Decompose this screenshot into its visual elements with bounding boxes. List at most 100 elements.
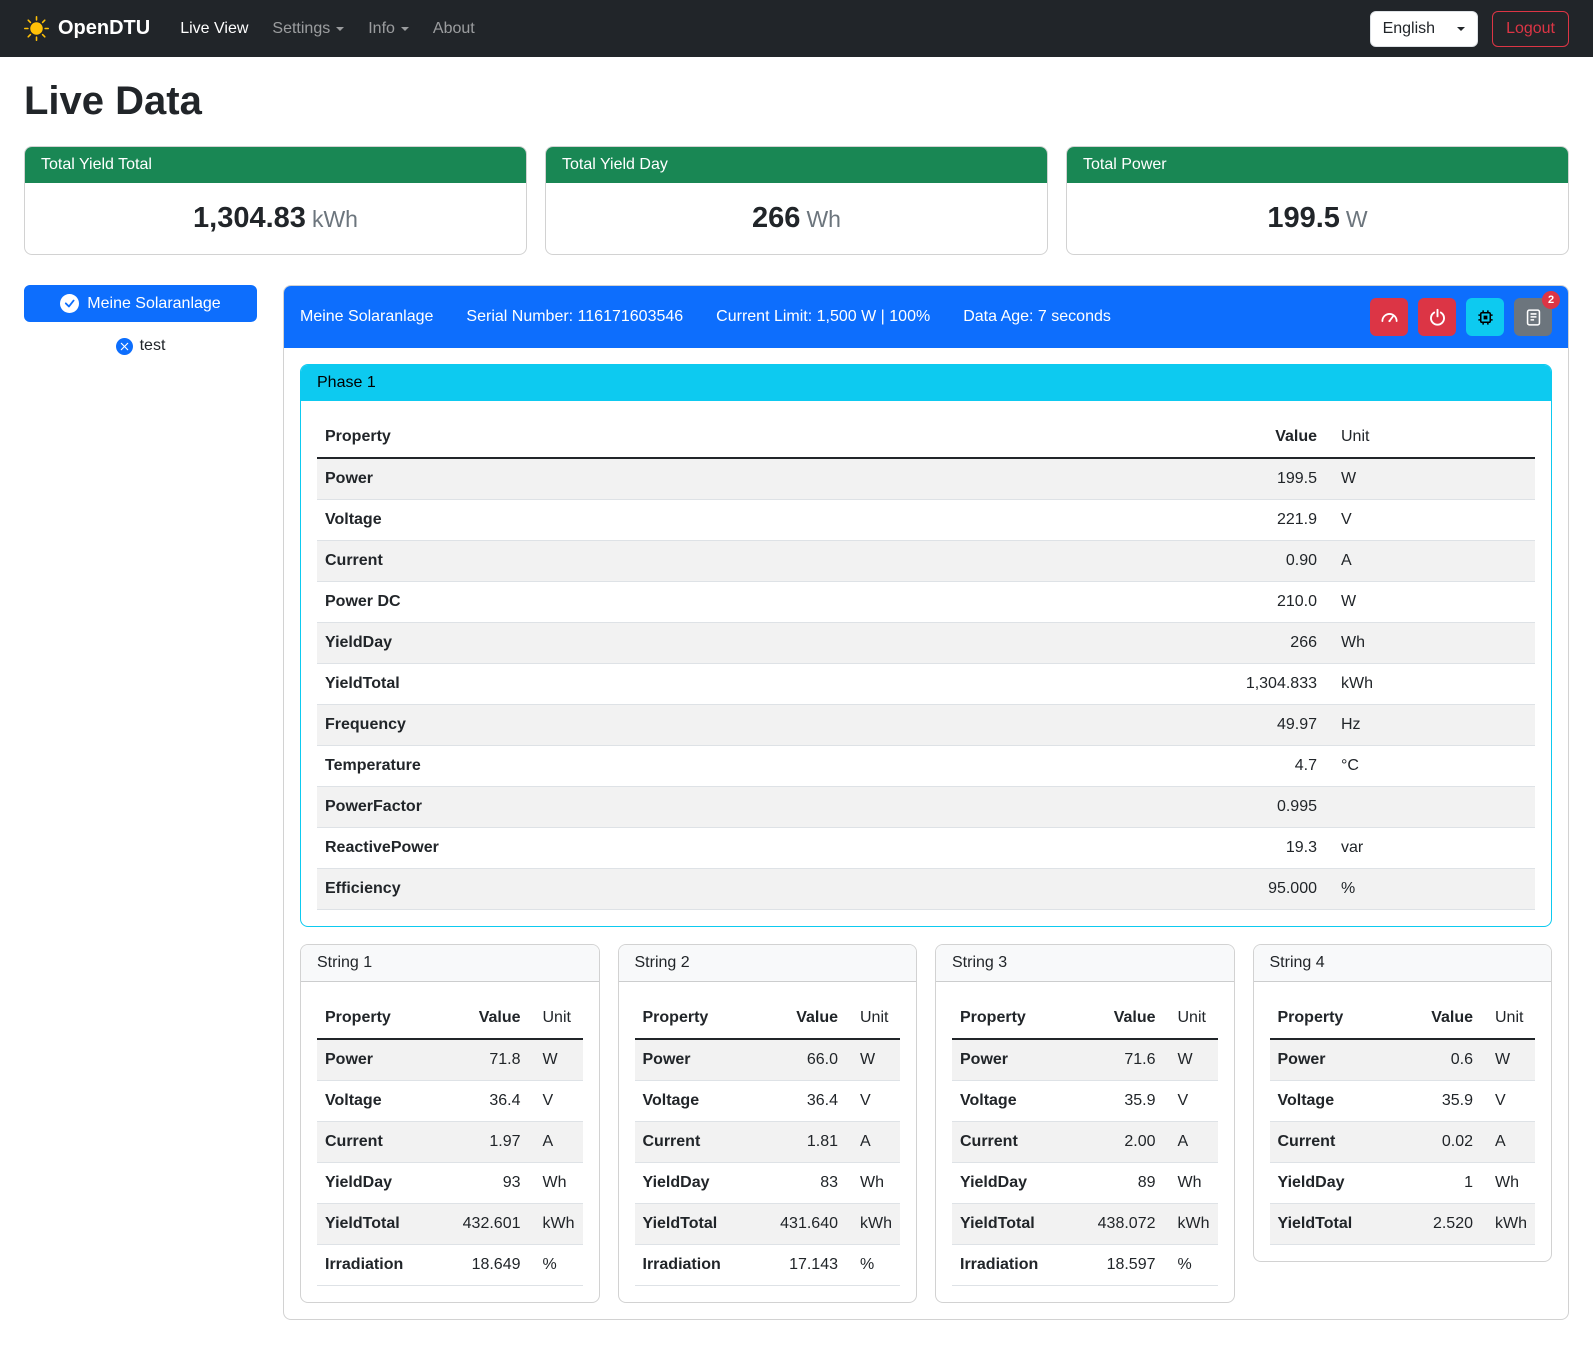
check-circle-icon <box>60 294 79 313</box>
nav-item-live-view[interactable]: Live View <box>168 12 260 46</box>
table-row: Power 71.8 W <box>317 1039 583 1081</box>
inverter-selector-test[interactable]: test <box>24 337 257 355</box>
table-row: Current 0.02 A <box>1270 1122 1536 1163</box>
property-name: Current <box>317 541 1215 582</box>
property-unit: Wh <box>846 1163 900 1204</box>
property-value: 0.6 <box>1399 1039 1481 1081</box>
string-card-body: Property Value Unit Power <box>1254 982 1552 1261</box>
table-row: Voltage 221.9 V <box>317 500 1535 541</box>
property-value: 71.6 <box>1071 1039 1164 1081</box>
property-unit: % <box>1164 1245 1218 1286</box>
top-navbar: OpenDTU Live View Settings Info About En… <box>0 0 1593 57</box>
brand-label: OpenDTU <box>58 17 150 40</box>
property-unit: W <box>846 1039 900 1081</box>
string-card-title: String 2 <box>619 945 917 982</box>
inverter-selector-active[interactable]: Meine Solaranlage <box>24 285 257 322</box>
property-name: Frequency <box>317 705 1215 746</box>
string-card-body: Property Value Unit Power <box>936 982 1234 1302</box>
property-unit: A <box>846 1122 900 1163</box>
inverter-card-body: Phase 1 Property Value Unit <box>284 348 1568 1319</box>
property-unit: Wh <box>1481 1163 1535 1204</box>
string-table: Property Value Unit Power <box>635 998 901 1286</box>
property-value: 18.597 <box>1071 1245 1164 1286</box>
summary-card-body: 199.5W <box>1067 183 1568 254</box>
property-value: 1.97 <box>436 1122 529 1163</box>
nav-item-settings[interactable]: Settings <box>260 12 356 46</box>
property-name: Power <box>952 1039 1071 1081</box>
property-unit: V <box>846 1081 900 1122</box>
property-value: 1 <box>1399 1163 1481 1204</box>
table-row: Current 2.00 A <box>952 1122 1218 1163</box>
string-table: Property Value Unit Power <box>1270 998 1536 1245</box>
col-header-unit: Unit <box>1164 998 1218 1039</box>
table-row: Current 0.90 A <box>317 541 1535 582</box>
property-value: 438.072 <box>1071 1204 1164 1245</box>
summary-value: 1,304.83 <box>193 202 306 234</box>
brand[interactable]: OpenDTU <box>24 16 150 41</box>
string-card-3: String 3 Property Value Unit <box>935 944 1235 1303</box>
col-header-property: Property <box>635 998 754 1039</box>
nav-item-label: About <box>433 20 475 37</box>
col-header-value: Value <box>1399 998 1481 1039</box>
table-row: YieldTotal 2.520 kWh <box>1270 1204 1536 1245</box>
property-name: Power <box>317 1039 436 1081</box>
inverter-serial: Serial Number: 116171603546 <box>466 308 683 326</box>
nav-item-about[interactable]: About <box>421 12 487 46</box>
nav-item-label: Info <box>368 20 395 37</box>
chevron-down-icon <box>1457 27 1465 31</box>
table-row: ReactivePower 19.3 var <box>317 828 1535 869</box>
nav-item-info[interactable]: Info <box>356 12 421 46</box>
property-value: 71.8 <box>436 1039 529 1081</box>
property-name: Irradiation <box>952 1245 1071 1286</box>
property-unit: °C <box>1325 746 1535 787</box>
property-name: YieldTotal <box>317 1204 436 1245</box>
inverter-actions: 2 <box>1370 298 1552 336</box>
col-header-value: Value <box>1071 998 1164 1039</box>
logout-button[interactable]: Logout <box>1492 11 1569 47</box>
phase-table: Property Value Unit Power 199.5 <box>317 417 1535 910</box>
table-header-row: Property Value Unit <box>952 998 1218 1039</box>
property-unit: A <box>1164 1122 1218 1163</box>
property-value: 95.000 <box>1215 869 1325 910</box>
device-info-button[interactable] <box>1466 298 1504 336</box>
event-log-button[interactable]: 2 <box>1514 298 1552 336</box>
col-header-property: Property <box>952 998 1071 1039</box>
property-unit: V <box>1325 500 1535 541</box>
col-header-value: Value <box>1215 417 1325 458</box>
col-header-value: Value <box>753 998 846 1039</box>
property-unit: A <box>1481 1122 1535 1163</box>
string-card-body: Property Value Unit Power <box>619 982 917 1302</box>
col-header-unit: Unit <box>846 998 900 1039</box>
property-value: 266 <box>1215 623 1325 664</box>
inverter-selector-label: test <box>140 337 166 355</box>
limit-settings-button[interactable] <box>1370 298 1408 336</box>
property-name: Voltage <box>317 1081 436 1122</box>
col-header-unit: Unit <box>529 998 583 1039</box>
phase-card: Phase 1 Property Value Unit <box>300 364 1552 927</box>
property-name: Current <box>952 1122 1071 1163</box>
property-value: 66.0 <box>753 1039 846 1081</box>
table-row: Current 1.81 A <box>635 1122 901 1163</box>
property-unit: V <box>529 1081 583 1122</box>
property-value: 18.649 <box>436 1245 529 1286</box>
string-card-title: String 3 <box>936 945 1234 982</box>
property-name: Efficiency <box>317 869 1215 910</box>
property-name: PowerFactor <box>317 787 1215 828</box>
property-unit: W <box>1481 1039 1535 1081</box>
col-header-property: Property <box>1270 998 1399 1039</box>
property-name: Voltage <box>1270 1081 1399 1122</box>
property-unit: Wh <box>1325 623 1535 664</box>
table-header-row: Property Value Unit <box>317 417 1535 458</box>
power-control-button[interactable] <box>1418 298 1456 336</box>
property-value: 83 <box>753 1163 846 1204</box>
summary-value: 266 <box>752 202 800 234</box>
language-select[interactable]: English <box>1370 11 1478 47</box>
property-value: 2.520 <box>1399 1204 1481 1245</box>
table-row: Power 199.5 W <box>317 458 1535 500</box>
property-value: 35.9 <box>1071 1081 1164 1122</box>
inverter-card: Meine Solaranlage Serial Number: 1161716… <box>283 285 1569 1320</box>
table-row: Irradiation 18.597 % <box>952 1245 1218 1286</box>
summary-unit: Wh <box>806 206 841 232</box>
nav-links: Live View Settings Info About <box>168 12 487 46</box>
table-header-row: Property Value Unit <box>317 998 583 1039</box>
